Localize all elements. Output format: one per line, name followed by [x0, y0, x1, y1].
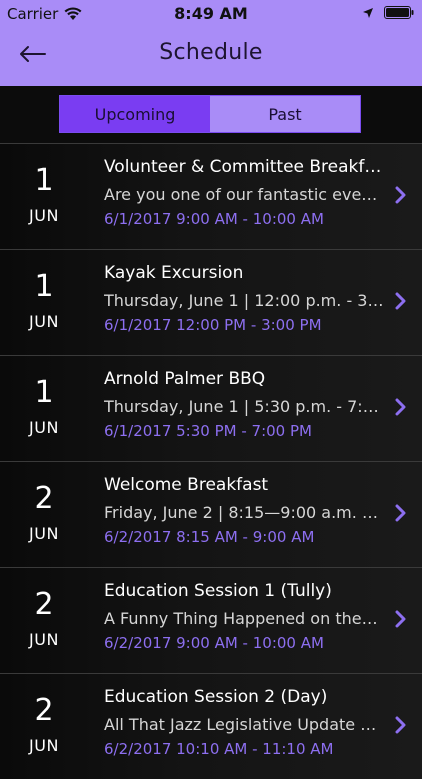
event-row-kayak-excursion[interactable]: 1 JUN Kayak Excursion Thursday, June 1 |… [0, 249, 422, 355]
event-date-range: 6/2/2017 8:15 AM - 9:00 AM [104, 528, 315, 546]
event-day: 2 [34, 587, 54, 622]
location-arrow-icon [363, 7, 373, 18]
event-month: JUN [29, 736, 59, 755]
event-description: A Funny Thing Happened on the… [104, 609, 378, 628]
event-month: JUN [29, 630, 59, 649]
chevron-right-icon [394, 185, 408, 205]
status-right-group [362, 6, 414, 19]
event-day: 1 [34, 163, 54, 198]
event-month: JUN [29, 312, 59, 331]
event-row-volunteer-breakfast[interactable]: 1 JUN Volunteer & Committee Breakfast Ar… [0, 143, 422, 249]
event-day: 2 [34, 481, 54, 516]
event-date-range: 6/2/2017 9:00 AM - 10:00 AM [104, 634, 324, 652]
event-row-education-session-1[interactable]: 2 JUN Education Session 1 (Tully) A Funn… [0, 567, 422, 673]
nav-bar: Schedule [0, 28, 422, 86]
event-date: 1 JUN [0, 250, 88, 355]
event-title: Kayak Excursion [104, 263, 244, 283]
event-date: 2 JUN [0, 568, 88, 673]
chevron-right-icon [394, 609, 408, 629]
event-description: Friday, June 2 | 8:15—9:00 a.m. H… [104, 503, 384, 522]
event-description: All That Jazz Legislative Update &… [104, 715, 384, 734]
event-date: 1 JUN [0, 144, 88, 249]
event-row-welcome-breakfast[interactable]: 2 JUN Welcome Breakfast Friday, June 2 |… [0, 461, 422, 567]
event-title: Education Session 1 (Tully) [104, 581, 332, 601]
event-date-range: 6/2/2017 10:10 AM - 11:10 AM [104, 740, 334, 758]
battery-icon [384, 6, 414, 19]
event-description: Are you one of our fantastic even… [104, 185, 384, 204]
app-header: Carrier 8:49 AM Schedule [0, 0, 422, 86]
event-info: Kayak Excursion Thursday, June 1 | 12:00… [104, 262, 384, 335]
chevron-right-icon [394, 503, 408, 523]
schedule-segmented-control: Upcoming Past [59, 95, 361, 133]
event-day: 1 [34, 269, 54, 304]
event-info: Education Session 1 (Tully) A Funny Thin… [104, 580, 384, 653]
event-month: JUN [29, 524, 59, 543]
status-bar: Carrier 8:49 AM [0, 0, 422, 28]
event-title: Arnold Palmer BBQ [104, 369, 266, 389]
event-row-arnold-palmer-bbq[interactable]: 1 JUN Arnold Palmer BBQ Thursday, June 1… [0, 355, 422, 461]
event-day: 2 [34, 693, 54, 728]
event-description: Thursday, June 1 | 5:30 p.m. - 7:00… [104, 397, 384, 416]
event-date: 2 JUN [0, 674, 88, 779]
event-description: Thursday, June 1 | 12:00 p.m. - 3:0… [104, 291, 384, 310]
chevron-right-icon [394, 715, 408, 735]
event-info: Volunteer & Committee Breakfast Are you … [104, 156, 384, 229]
event-day: 1 [34, 375, 54, 410]
event-date-range: 6/1/2017 12:00 PM - 3:00 PM [104, 316, 322, 334]
event-date-range: 6/1/2017 9:00 AM - 10:00 AM [104, 210, 324, 228]
chevron-right-icon [394, 291, 408, 311]
event-title: Volunteer & Committee Breakfast [104, 157, 384, 177]
event-title: Welcome Breakfast [104, 475, 269, 495]
event-list: 1 JUN Volunteer & Committee Breakfast Ar… [0, 143, 422, 779]
chevron-right-icon [394, 397, 408, 417]
event-info: Education Session 2 (Day) All That Jazz … [104, 686, 384, 759]
tab-past[interactable]: Past [210, 96, 360, 132]
event-date: 2 JUN [0, 462, 88, 567]
event-title: Education Session 2 (Day) [104, 687, 328, 707]
event-month: JUN [29, 206, 59, 225]
event-date: 1 JUN [0, 356, 88, 461]
event-month: JUN [29, 418, 59, 437]
event-date-range: 6/1/2017 5:30 PM - 7:00 PM [104, 422, 312, 440]
event-info: Arnold Palmer BBQ Thursday, June 1 | 5:3… [104, 368, 384, 441]
status-time: 8:49 AM [174, 4, 248, 23]
event-info: Welcome Breakfast Friday, June 2 | 8:15—… [104, 474, 384, 547]
page-title: Schedule [159, 40, 263, 65]
tab-upcoming[interactable]: Upcoming [60, 96, 210, 132]
event-row-education-session-2[interactable]: 2 JUN Education Session 2 (Day) All That… [0, 673, 422, 779]
